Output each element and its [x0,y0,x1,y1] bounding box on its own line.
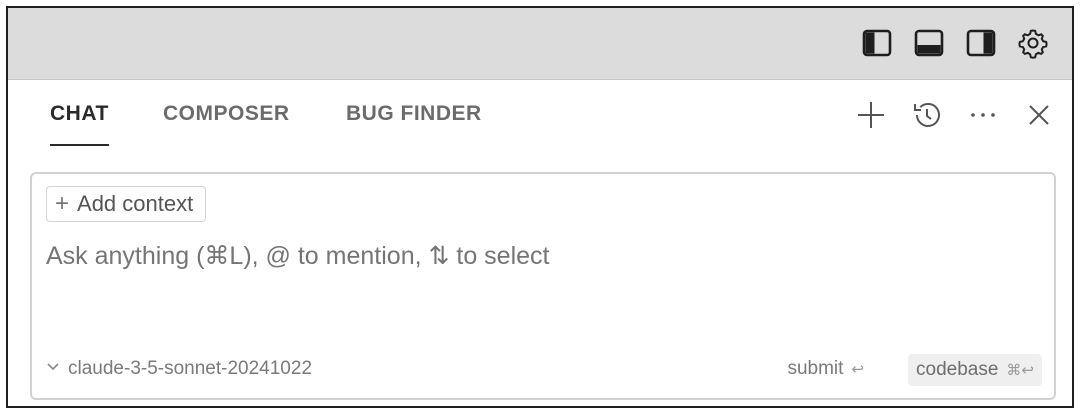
tab-bar: CHAT COMPOSER BUG FINDER [8,80,1072,166]
titlebar [8,8,1072,80]
model-selector[interactable]: claude-3-5-sonnet-20241022 [46,358,312,380]
sidebar-right-icon[interactable] [964,26,998,60]
tab-bug-finder[interactable]: BUG FINDER [346,102,482,142]
chat-prompt-input[interactable] [46,236,1026,276]
panel-bottom-icon[interactable] [912,26,946,60]
plus-icon[interactable] [852,96,890,134]
codebase-shortcut: ⌘↩ [1006,362,1034,379]
model-name: claude-3-5-sonnet-20241022 [68,358,313,379]
plus-icon: + [55,190,70,217]
codebase-button[interactable]: codebase ⌘↩ [908,354,1042,386]
sidebar-left-icon[interactable] [860,26,894,60]
close-icon[interactable] [1020,96,1058,134]
tab-actions [852,96,1058,134]
gear-icon[interactable] [1016,26,1050,60]
enter-key-icon: ↩ [851,361,864,378]
chat-window: CHAT COMPOSER BUG FINDER + Add context A… [6,6,1074,408]
add-context-button[interactable]: + Add context [46,186,207,222]
tab-composer[interactable]: COMPOSER [163,102,290,142]
chevron-down-icon [46,358,60,380]
layout-toggle-group [860,26,1050,60]
submit-button[interactable]: submit ↩ [787,358,864,380]
chat-input-panel: + Add context claude-3-5-sonnet-20241022… [30,172,1056,400]
more-icon[interactable] [964,96,1002,134]
tab-chat[interactable]: CHAT [50,102,109,146]
history-icon[interactable] [908,96,946,134]
add-context-label: Add context [77,191,194,216]
codebase-label: codebase [916,359,999,380]
submit-label: submit [787,358,844,379]
